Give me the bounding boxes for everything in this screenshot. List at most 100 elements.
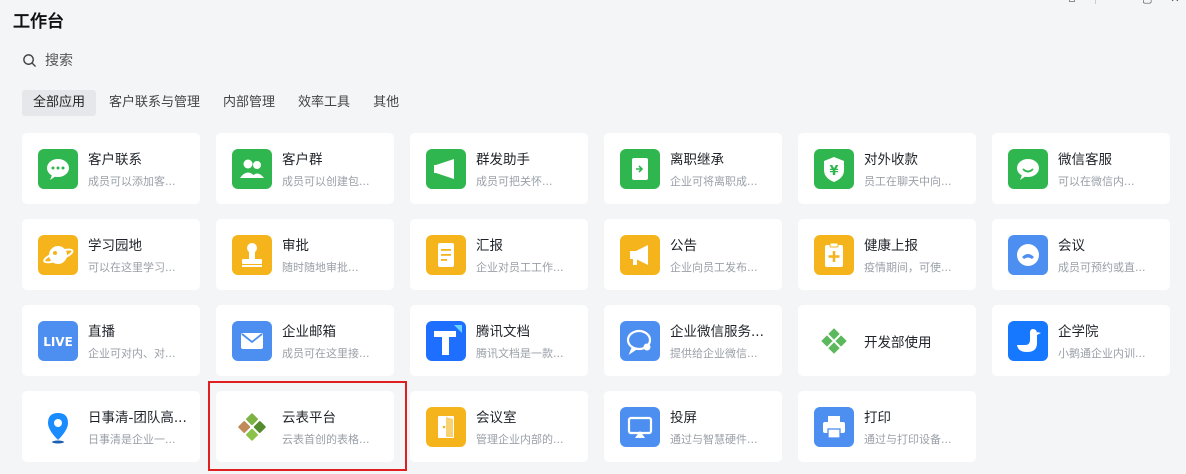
app-card[interactable]: 微信客服可以在微信内... [992, 133, 1170, 204]
tab-efficiency[interactable]: 效率工具 [288, 90, 360, 116]
app-description: 成员可以添加客... [88, 175, 176, 188]
service-chat-icon [620, 320, 660, 361]
app-text: 腾讯文档腾讯文档是一款... [476, 320, 564, 361]
app-name: 会议 [1058, 238, 1085, 254]
app-text: 微信客服可以在微信内... [1058, 148, 1135, 189]
app-card[interactable]: 日事清-团队高... 日事清是企业一... [22, 391, 200, 462]
app-name: 健康上报 [864, 238, 918, 254]
app-card[interactable]: ¥ 对外收款员工在聊天中向... [798, 133, 976, 204]
app-card[interactable]: 离职继承企业可将离职成... [604, 133, 782, 204]
svg-text:¥: ¥ [829, 164, 838, 179]
app-description: 云表首创的表格... [282, 433, 370, 446]
app-card[interactable]: 客户联系成员可以添加客... [22, 133, 200, 204]
app-card[interactable]: 汇报 企业对员工工作... [410, 219, 588, 290]
search-input[interactable]: 搜索 [45, 50, 73, 70]
door-icon [426, 406, 466, 447]
app-text: 审批 随时随地审批... [282, 234, 359, 275]
app-card[interactable]: 健康上报疫情期间，可使... [798, 219, 976, 290]
app-name: 投屏 [670, 410, 697, 426]
app-name: 日事清-团队高... [88, 410, 187, 426]
app-text: 对外收款员工在聊天中向... [864, 148, 952, 189]
app-card[interactable]: 企业微信服务... 提供给企业微信... [604, 305, 782, 376]
app-description: 成员可把关怀... [476, 175, 553, 188]
app-description: 提供给企业微信... [670, 347, 758, 360]
app-text: 直播企业可对内、对... [88, 320, 176, 361]
app-description: 可以在这里学习... [88, 261, 176, 274]
app-name: 企业微信服务... [670, 324, 764, 340]
category-tabs: 全部应用 客户联系与管理 内部管理 效率工具 其他 [22, 90, 409, 116]
mail-icon [232, 320, 272, 361]
yunbiao-logo-icon [232, 406, 272, 447]
app-text: 学习园地 可以在这里学习... [88, 234, 176, 275]
app-card[interactable]: LIVE 直播企业可对内、对... [22, 305, 200, 376]
app-card[interactable]: 投屏 通过与智慧硬件... [604, 391, 782, 462]
app-text: 企学院 小鹅通企业内训... [1058, 320, 1146, 361]
location-pin-icon [38, 406, 78, 447]
tab-all-apps[interactable]: 全部应用 [22, 90, 97, 116]
app-card[interactable]: 学习园地 可以在这里学习... [22, 219, 200, 290]
app-name: 群发助手 [476, 152, 530, 168]
app-text: 客户群 成员可以创建包... [282, 148, 370, 189]
app-description: 企业可对内、对... [88, 347, 176, 360]
app-description: 疫情期间，可使... [864, 261, 952, 274]
app-name: 腾讯文档 [476, 324, 530, 340]
tab-internal[interactable]: 内部管理 [213, 90, 285, 116]
app-name: 客户联系 [88, 152, 142, 168]
app-description: 日事清是企业一... [88, 433, 176, 446]
yuan-shield-icon: ¥ [814, 148, 854, 189]
app-card[interactable]: 群发助手成员可把关怀... [410, 133, 588, 204]
app-card[interactable]: 企业邮箱 成员可在这里接... [216, 305, 394, 376]
app-card[interactable]: 腾讯文档腾讯文档是一款... [410, 305, 588, 376]
app-card[interactable]: 公告 企业向员工发布... [604, 219, 782, 290]
planet-icon [38, 234, 78, 275]
app-name: 云表平台 [282, 410, 336, 426]
app-name: 审批 [282, 238, 309, 254]
app-text: 客户联系成员可以添加客... [88, 148, 176, 189]
app-card[interactable]: 客户群 成员可以创建包... [216, 133, 394, 204]
app-description: 腾讯文档是一款... [476, 347, 564, 360]
app-text: 群发助手成员可把关怀... [476, 148, 553, 189]
health-plus-icon [814, 234, 854, 275]
tab-other[interactable]: 其他 [363, 90, 409, 116]
app-grid: 客户联系成员可以添加客... 客户群 成员可以创建包... 群发助手成员可把关怀...… [22, 133, 1170, 462]
app-card[interactable]: 云表平台云表首创的表格... [216, 391, 394, 462]
app-description: 成员可预约或直... [1058, 261, 1146, 274]
app-name: 对外收款 [864, 152, 918, 168]
app-name: 打印 [864, 410, 891, 426]
app-card[interactable]: 会议室 管理企业内部的... [410, 391, 588, 462]
wechat-service-icon [1008, 148, 1048, 189]
app-name: 直播 [88, 324, 115, 340]
search-icon [23, 53, 36, 67]
app-description: 企业可将离职成... [670, 175, 758, 188]
app-name: 微信客服 [1058, 152, 1112, 168]
app-description: 小鹅通企业内训... [1058, 347, 1146, 360]
meeting-phone-icon [1008, 234, 1048, 275]
search-bar[interactable]: 搜索 [22, 50, 73, 70]
app-card[interactable]: 企学院 小鹅通企业内训... [992, 305, 1170, 376]
transfer-doc-icon [620, 148, 660, 189]
page-title: 工作台 [13, 12, 64, 32]
announcement-icon [620, 234, 660, 275]
app-card[interactable]: 打印通过与打印设备... [798, 391, 976, 462]
app-text: 企业邮箱 成员可在这里接... [282, 320, 370, 361]
minimize-icon[interactable]: ‒ [1114, 0, 1124, 4]
close-icon[interactable]: ✕ [1170, 0, 1180, 4]
app-text: 企业微信服务... 提供给企业微信... [670, 320, 764, 361]
app-description: 员工在聊天中向... [864, 175, 952, 188]
app-card[interactable]: 开发部使用 [798, 305, 976, 376]
app-name: 汇报 [476, 238, 503, 254]
tab-customer[interactable]: 客户联系与管理 [99, 90, 210, 116]
app-name: 企业邮箱 [282, 324, 336, 340]
pin-icon[interactable]: ▫ [1067, 0, 1077, 4]
app-card[interactable]: 审批 随时随地审批... [216, 219, 394, 290]
app-name: 离职继承 [670, 152, 724, 168]
app-description: 可以在微信内... [1058, 175, 1135, 188]
app-description: 通过与打印设备... [864, 433, 952, 446]
svg-text:LIVE: LIVE [43, 335, 73, 349]
app-card[interactable]: 会议成员可预约或直... [992, 219, 1170, 290]
app-text: 会议室 管理企业内部的... [476, 406, 564, 447]
printer-icon [814, 406, 854, 447]
maximize-icon[interactable]: ▢ [1142, 0, 1152, 4]
app-name: 客户群 [282, 152, 323, 168]
screen-cast-icon [620, 406, 660, 447]
